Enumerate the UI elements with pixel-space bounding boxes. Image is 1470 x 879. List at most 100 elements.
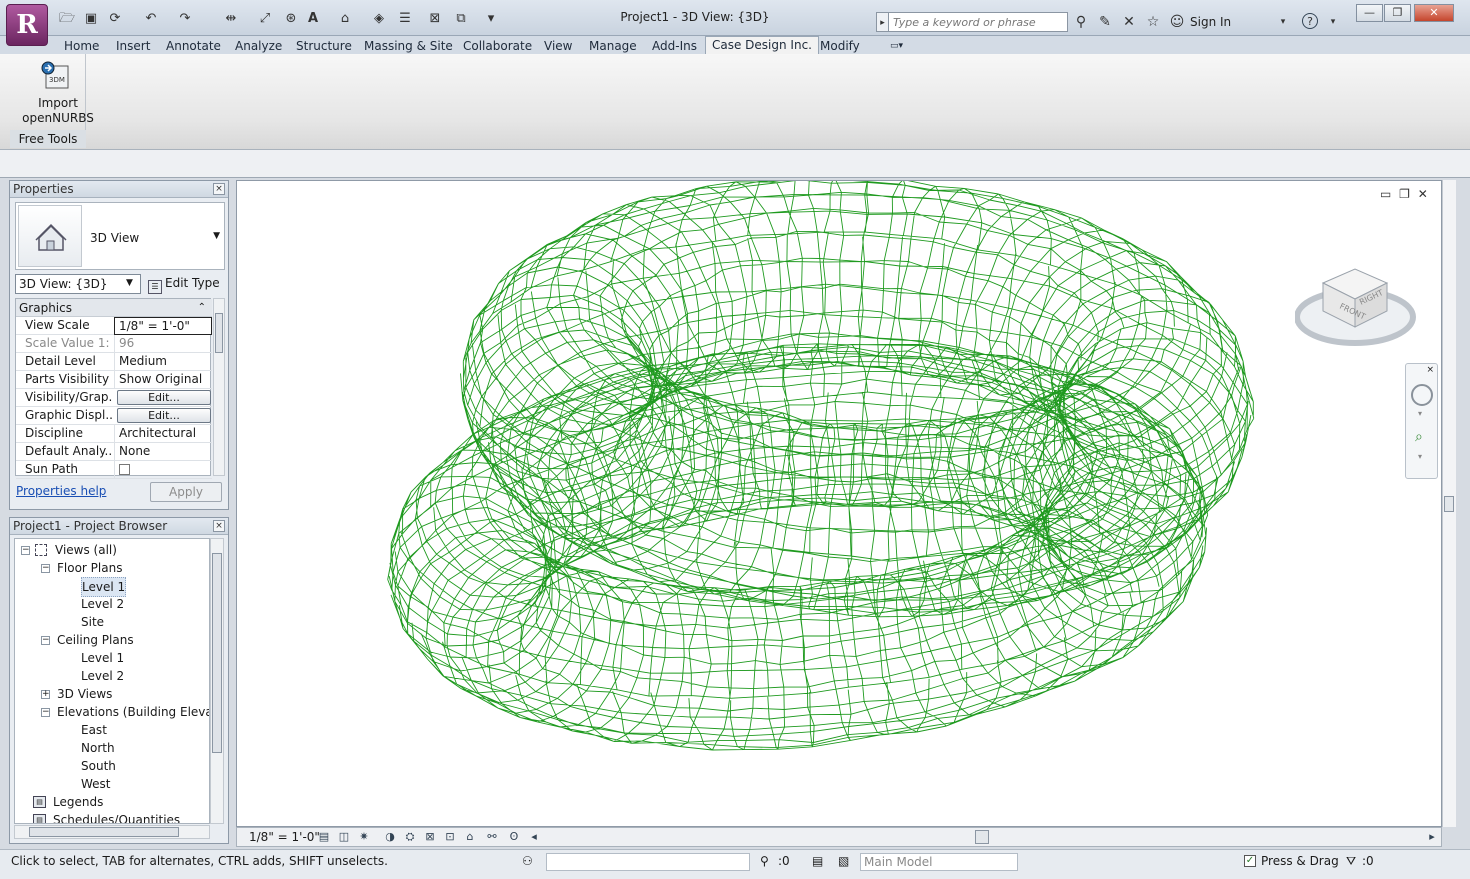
graphics-section-header[interactable]: Graphics ⌃	[16, 299, 212, 317]
horizontal-scroll-thumb[interactable]	[975, 830, 989, 844]
temporary-hide-icon[interactable]: ⚯	[485, 830, 499, 844]
lock-3d-icon[interactable]: ⌂	[463, 830, 477, 844]
redo-icon[interactable]: ↷	[176, 11, 194, 27]
switch-windows-icon[interactable]: ⧉	[452, 11, 470, 27]
view-scale-input[interactable]: 1/8" = 1'-0"	[114, 317, 212, 335]
browser-scrollbar[interactable]	[210, 538, 224, 824]
tag-icon[interactable]: ⊛	[282, 11, 300, 27]
save-icon[interactable]: ▣	[82, 11, 100, 27]
graphic-display-edit-button[interactable]: Edit...	[117, 408, 211, 423]
press-drag-checkbox[interactable]: ✓	[1244, 855, 1256, 867]
thin-lines-icon[interactable]: ☰	[396, 11, 414, 27]
measure-icon[interactable]: ⇹	[222, 11, 240, 27]
tab-manage[interactable]: Manage	[583, 38, 643, 54]
scroll-right-icon[interactable]: ▸	[1425, 830, 1439, 844]
minimize-view-icon[interactable]: ▭	[1380, 187, 1391, 201]
view-instance-select[interactable]: 3D View: {3D}	[15, 274, 141, 294]
scroll-thumb[interactable]	[212, 553, 222, 753]
browser-hscrollbar[interactable]	[14, 825, 210, 839]
chevron-down-icon[interactable]: ▼	[126, 278, 133, 288]
tab-massing-site[interactable]: Massing & Site	[358, 38, 459, 54]
text-icon[interactable]: A	[304, 11, 322, 27]
default-analysis-value[interactable]: None	[114, 443, 212, 461]
view-scale-button[interactable]: 1/8" = 1'-0"	[249, 830, 320, 844]
workset-select[interactable]	[546, 853, 750, 871]
search-expand-icon[interactable]: ▸	[876, 12, 888, 32]
tab-view[interactable]: View	[538, 38, 578, 54]
worksets-icon[interactable]: ⚇	[522, 854, 533, 868]
collapse-icon[interactable]: ⌃	[198, 299, 206, 317]
discipline-value[interactable]: Architectural	[114, 425, 212, 443]
tab-annotate[interactable]: Annotate	[160, 38, 227, 54]
crop-region-icon[interactable]: ⊡	[443, 830, 457, 844]
tab-add-ins[interactable]: Add-Ins	[646, 38, 703, 54]
default-3d-icon[interactable]: ⌂	[336, 11, 354, 27]
collapse-icon[interactable]: −	[41, 708, 50, 717]
filter-icon[interactable]: ⛛	[1346, 854, 1356, 869]
dimension-icon[interactable]: ⤢	[256, 11, 274, 27]
close-hidden-icon[interactable]: ⊠	[426, 11, 444, 27]
sign-in-dropdown-icon[interactable]: ▾	[1274, 13, 1292, 31]
apply-button[interactable]: Apply	[150, 482, 222, 502]
steering-wheel-icon[interactable]	[1411, 384, 1433, 406]
scroll-left-icon[interactable]: ◂	[527, 830, 541, 844]
minimize-button[interactable]: —	[1356, 4, 1383, 22]
crop-view-icon[interactable]: ⊠	[423, 830, 437, 844]
close-view-icon[interactable]: ✕	[1418, 187, 1428, 201]
search-input[interactable]: Type a keyword or phrase	[888, 12, 1068, 32]
visual-style-icon[interactable]: ◫	[337, 830, 351, 844]
design-option-select[interactable]: Main Model	[860, 853, 1018, 871]
sign-in-button[interactable]: Sign In	[1190, 15, 1231, 29]
help-icon[interactable]: ?	[1302, 13, 1318, 29]
shadows-icon[interactable]: ◑	[383, 830, 397, 844]
tab-case-design[interactable]: Case Design Inc.	[705, 36, 819, 54]
maximize-button[interactable]: ❐	[1384, 4, 1411, 22]
open-icon[interactable]: 🗁	[58, 11, 76, 27]
help-dropdown-icon[interactable]: ▾	[1324, 13, 1342, 31]
visibility-edit-button[interactable]: Edit...	[117, 390, 211, 405]
tab-modify[interactable]: Modify	[814, 38, 866, 54]
parts-visibility-value[interactable]: Show Original	[114, 371, 212, 389]
tab-structure[interactable]: Structure	[290, 38, 358, 54]
ribbon-minimize-icon[interactable]: ▭▾	[884, 38, 909, 54]
show-rendering-icon[interactable]: ⛭	[403, 830, 417, 844]
edit-type-button[interactable]: ☰ Edit Type	[148, 276, 220, 294]
tab-collaborate[interactable]: Collaborate	[457, 38, 538, 54]
sync-icon[interactable]: ⟳	[106, 11, 124, 27]
properties-help-link[interactable]: Properties help	[16, 484, 106, 498]
type-selector[interactable]: 3D View ▼	[15, 202, 225, 270]
subscription-icon[interactable]: ✎	[1096, 13, 1114, 31]
design-options-icon[interactable]: ▤	[812, 854, 823, 868]
restore-view-icon[interactable]: ❐	[1399, 187, 1410, 201]
collapse-icon[interactable]: −	[41, 564, 50, 573]
reveal-hidden-icon[interactable]: ʘ	[507, 830, 521, 844]
detail-level-value[interactable]: Medium	[114, 353, 212, 371]
communication-icon[interactable]: ✕	[1120, 13, 1138, 31]
drawing-area[interactable]	[236, 174, 1442, 827]
collapse-icon[interactable]: −	[21, 546, 30, 555]
tab-insert[interactable]: Insert	[110, 38, 156, 54]
browser-close-icon[interactable]: ×	[213, 520, 225, 532]
chevron-down-icon[interactable]: ▾	[1418, 452, 1422, 461]
expand-icon[interactable]: +	[41, 690, 50, 699]
binoculars-icon[interactable]: ⚲	[1072, 13, 1090, 31]
chevron-down-icon[interactable]: ▾	[1418, 409, 1422, 418]
customize-toolbar-icon[interactable]: ▾	[482, 11, 500, 27]
import-opennurbs-button[interactable]: 3DM Import openNURBS	[10, 54, 94, 130]
undo-icon[interactable]: ↶	[142, 11, 160, 27]
hscroll-thumb[interactable]	[29, 827, 179, 837]
scroll-thumb[interactable]	[215, 313, 223, 353]
zoom-region-icon[interactable]: ⌕	[1415, 429, 1423, 445]
active-design-icon[interactable]: ▧	[838, 854, 849, 868]
vertical-scroll-thumb[interactable]	[1444, 496, 1454, 512]
sun-path-checkbox[interactable]	[119, 464, 130, 475]
tab-home[interactable]: Home	[58, 38, 105, 54]
editable-icon[interactable]: ⚲	[760, 854, 769, 868]
detail-level-icon[interactable]: ▤	[317, 830, 331, 844]
viewcube[interactable]: FRONT RIGHT	[1295, 255, 1420, 350]
collapse-icon[interactable]: −	[41, 636, 50, 645]
properties-scrollbar[interactable]	[213, 298, 225, 476]
properties-close-icon[interactable]: ×	[213, 183, 225, 195]
user-icon[interactable]: ☺	[1168, 13, 1186, 31]
type-dropdown-icon[interactable]: ▼	[213, 231, 220, 241]
